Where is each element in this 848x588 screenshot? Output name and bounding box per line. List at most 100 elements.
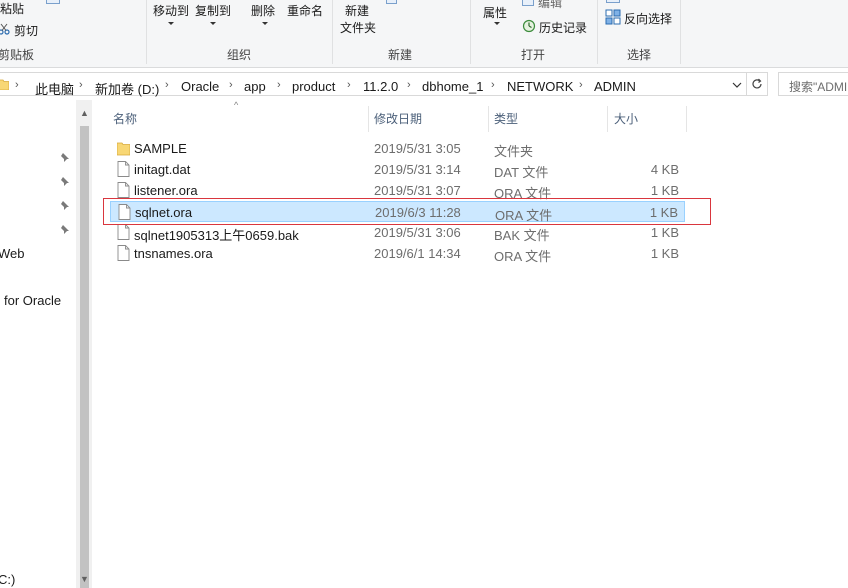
new-group-label: 新建 (388, 48, 413, 62)
breadcrumb-this-pc[interactable]: 此电脑 (35, 79, 74, 98)
column-header-modified[interactable]: 修改日期 (374, 110, 422, 127)
file-row-initagt[interactable]: initagt.dat 2019/5/31 3:14 DAT 文件 4 KB (110, 159, 685, 180)
document-icon (117, 245, 130, 261)
chevron-down-icon (494, 22, 500, 25)
history-icon (522, 19, 536, 33)
new-folder-button-line2[interactable]: 文件夹 (340, 19, 376, 36)
file-name: tnsnames.ora (134, 246, 213, 261)
chevron-down-icon (262, 22, 268, 25)
column-divider[interactable] (686, 106, 687, 132)
scroll-down-icon[interactable]: ▼ (80, 574, 89, 584)
select-none-icon[interactable] (606, 0, 620, 3)
nav-scrollbar[interactable]: ▲ ▼ (76, 100, 92, 588)
invert-selection-button[interactable]: 反向选择 (624, 10, 672, 27)
file-size: 4 KB (650, 162, 679, 177)
file-name: initagt.dat (134, 162, 191, 177)
move-to-button[interactable]: 移动到 (153, 2, 189, 19)
scrollbar-thumb[interactable] (80, 126, 89, 588)
ribbon-divider (597, 0, 598, 64)
column-header-size[interactable]: 大小 (614, 110, 638, 127)
breadcrumb-separator-icon: › (579, 79, 583, 91)
breadcrumb-drive-d[interactable]: 新加卷 (D:) (95, 79, 159, 98)
paste-button[interactable]: 粘贴 (0, 0, 24, 17)
delete-button[interactable]: 删除 (251, 2, 275, 19)
cut-button[interactable]: 剪切 (14, 22, 38, 39)
file-row-sqlnet-bak[interactable]: sqlnet1905313上午0659.bak 2019/5/31 3:06 B… (110, 222, 685, 243)
ribbon-divider (680, 0, 681, 64)
column-divider[interactable] (607, 106, 608, 132)
file-type: BAK 文件 (494, 228, 550, 243)
sort-ascending-icon: ^ (234, 100, 239, 110)
file-list: ^ 名称 修改日期 类型 大小 SAMPLE 2019/5/31 3:05 文件… (92, 100, 848, 588)
document-icon (117, 224, 130, 240)
file-modified: 2019/5/31 3:06 (374, 225, 461, 240)
scissors-icon (0, 23, 10, 35)
breadcrumb-separator-icon: › (347, 79, 351, 91)
column-divider[interactable] (368, 106, 369, 132)
file-modified: 2019/5/31 3:05 (374, 141, 461, 156)
rename-button[interactable]: 重命名 (287, 2, 323, 19)
breadcrumb-dbhome[interactable]: dbhome_1 (422, 79, 483, 94)
file-type: ORA 文件 (494, 249, 552, 264)
file-name: sqlnet1905313上午0659.bak (134, 228, 299, 243)
navigation-pane: Web for Oracle C:) (0, 100, 76, 588)
ribbon-divider (146, 0, 147, 64)
file-size: 1 KB (650, 183, 679, 198)
address-divider (746, 73, 747, 95)
nav-item-drive-c[interactable]: C:) (0, 572, 15, 587)
file-name: SAMPLE (134, 141, 187, 156)
pin-icon[interactable] (60, 152, 70, 162)
file-row-tnsnames[interactable]: tnsnames.ora 2019/6/1 14:34 ORA 文件 1 KB (110, 243, 685, 264)
refresh-icon[interactable] (751, 78, 763, 90)
file-modified: 2019/5/31 3:14 (374, 162, 461, 177)
file-modified: 2019/5/31 3:07 (374, 183, 461, 198)
clipboard-group-label: 剪贴板 (0, 48, 35, 62)
pin-icon[interactable] (60, 224, 70, 234)
breadcrumb-version[interactable]: 11.2.0 (363, 79, 398, 94)
properties-button[interactable]: 属性 (483, 4, 507, 21)
chevron-down-icon[interactable] (732, 81, 742, 89)
document-icon (117, 161, 130, 177)
breadcrumb-separator-icon: › (491, 79, 495, 91)
new-folder-button-line1[interactable]: 新建 (345, 2, 369, 19)
breadcrumb-separator-icon: › (15, 79, 19, 91)
search-placeholder: 搜索"ADMIN" (789, 80, 848, 94)
breadcrumb-separator-icon: › (407, 79, 411, 91)
edit-icon (522, 0, 534, 6)
search-input[interactable]: 搜索"ADMIN" (778, 72, 848, 96)
breadcrumb-separator-icon: › (165, 79, 169, 91)
breadcrumb-separator-icon: › (229, 79, 233, 91)
breadcrumb-network[interactable]: NETWORK (507, 79, 573, 94)
annotation-highlight-box (103, 198, 711, 225)
folder-icon (117, 142, 130, 156)
file-type: DAT 文件 (494, 165, 549, 180)
column-divider[interactable] (488, 106, 489, 132)
chevron-down-icon (210, 22, 216, 25)
column-header-type[interactable]: 类型 (494, 110, 518, 127)
organize-group-label: 组织 (227, 48, 252, 62)
ribbon: 粘贴 剪切 剪贴板 移动到 复制到 删除 重命名 组织 新建 文件夹 新建 属性… (0, 0, 848, 68)
pin-icon[interactable] (60, 200, 70, 210)
file-name: listener.ora (134, 183, 198, 198)
file-size: 1 KB (650, 225, 679, 240)
copy-path-icon[interactable] (46, 0, 60, 4)
file-modified: 2019/6/1 14:34 (374, 246, 461, 261)
address-bar[interactable]: › 此电脑 › 新加卷 (D:) › Oracle › app › produc… (0, 72, 768, 98)
folder-icon (0, 79, 9, 90)
breadcrumb-app[interactable]: app (244, 79, 266, 94)
column-header-name[interactable]: 名称 (113, 110, 137, 127)
breadcrumb-admin[interactable]: ADMIN (594, 79, 636, 94)
new-item-icon[interactable] (386, 0, 397, 4)
breadcrumb-product[interactable]: product (292, 79, 335, 94)
breadcrumb-oracle[interactable]: Oracle (181, 79, 219, 94)
edit-button[interactable]: 编辑 (538, 0, 562, 11)
scroll-up-icon[interactable]: ▲ (80, 108, 89, 118)
nav-item-for-oracle[interactable]: for Oracle (4, 293, 61, 308)
file-row-sample[interactable]: SAMPLE 2019/5/31 3:05 文件夹 (110, 138, 685, 159)
breadcrumb-separator-icon: › (277, 79, 281, 91)
nav-item-web[interactable]: Web (0, 246, 25, 261)
pin-icon[interactable] (60, 176, 70, 186)
history-button[interactable]: 历史记录 (539, 19, 587, 36)
copy-to-button[interactable]: 复制到 (195, 2, 231, 19)
chevron-down-icon (168, 22, 174, 25)
